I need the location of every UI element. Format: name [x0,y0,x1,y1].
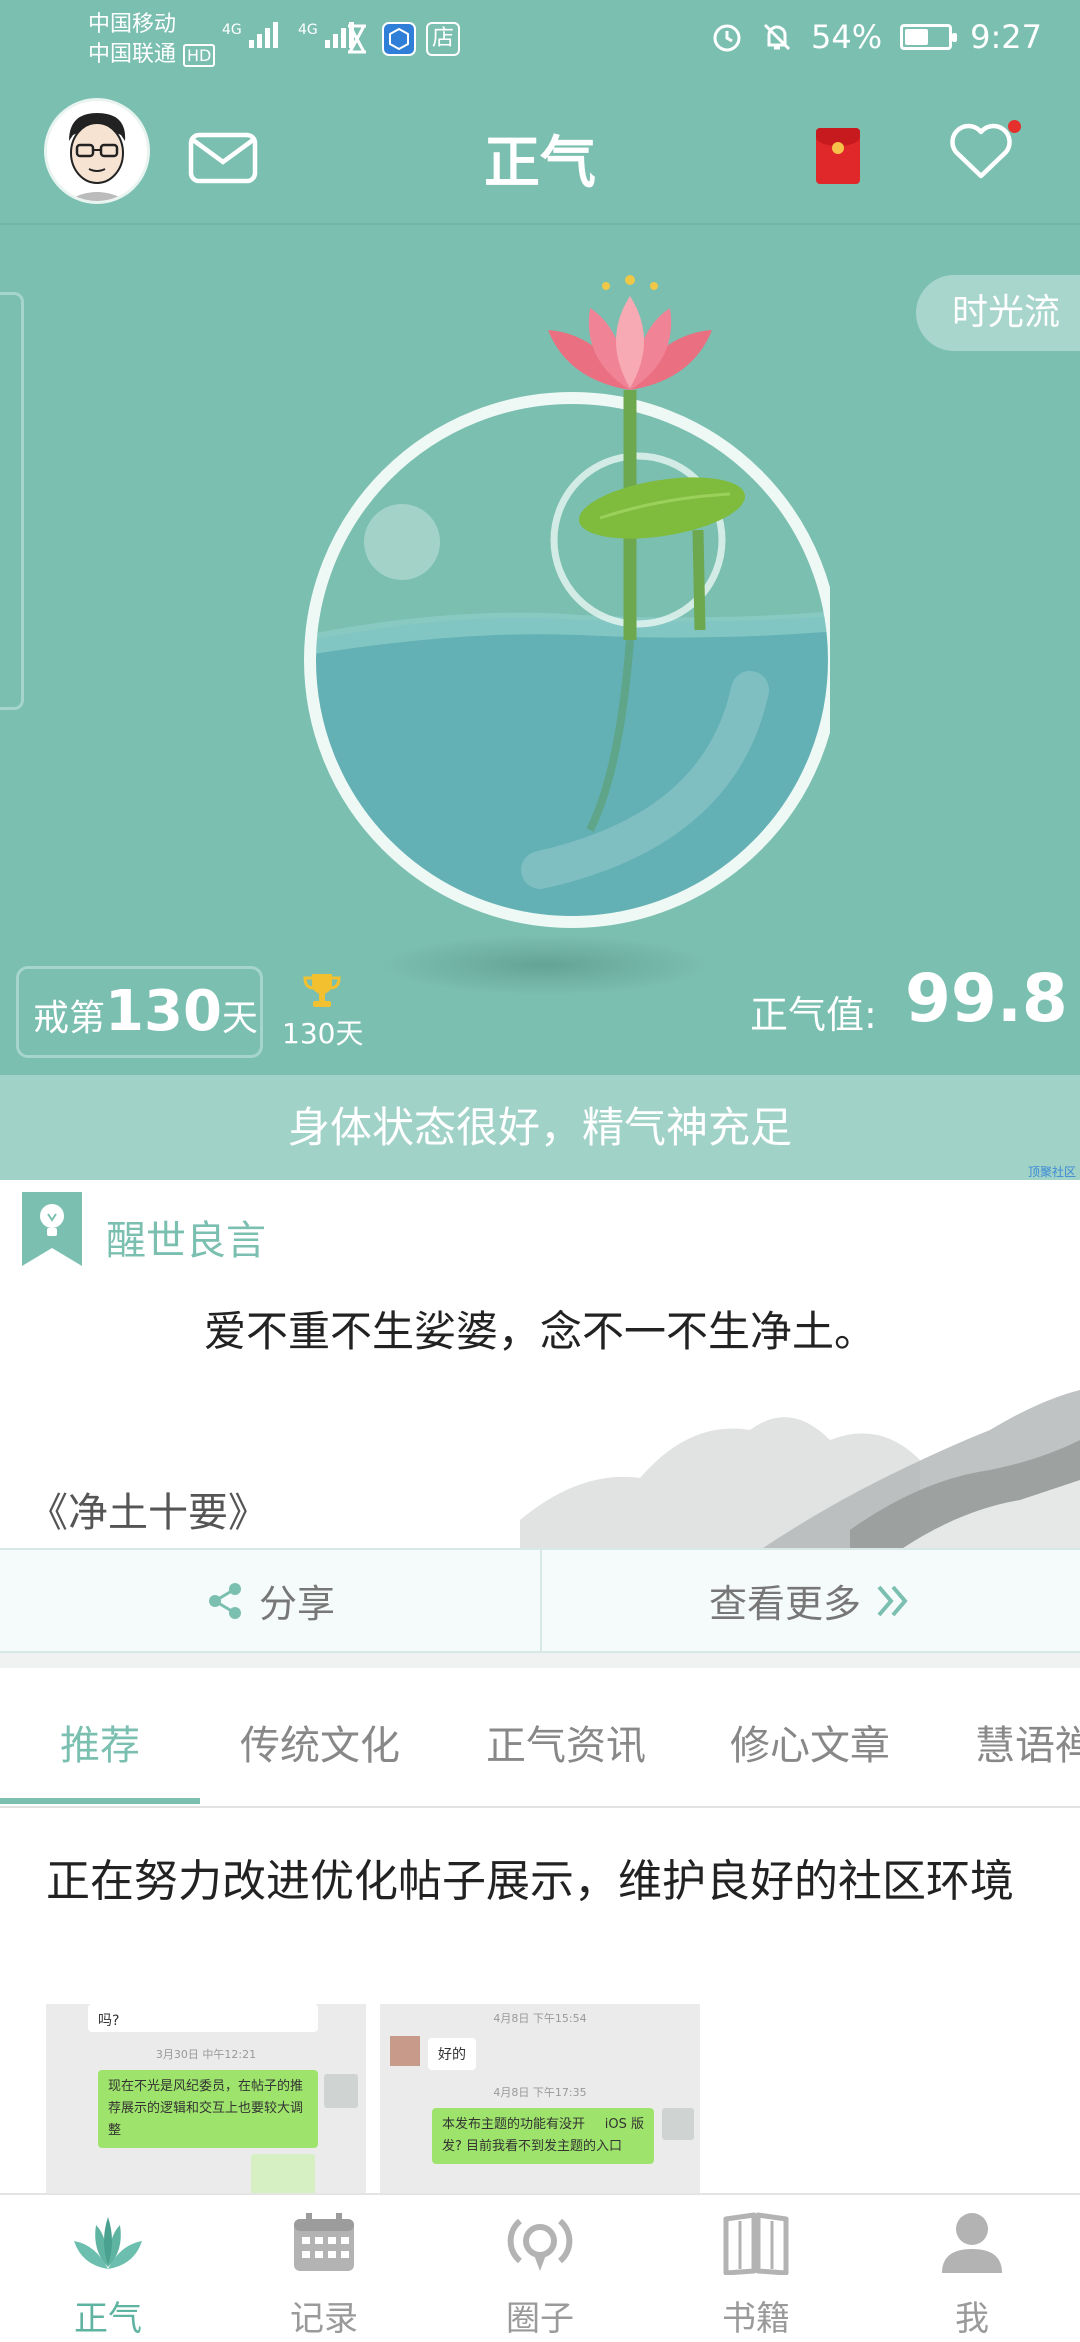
status-bar: 中国移动 中国联通 HD 4G 4G 店 54% 9:27 [0,0,1080,80]
red-packet-icon[interactable] [816,128,860,184]
header-divider [0,223,1080,225]
post-image-1[interactable]: 吗? 3月30日 中午12:21 现在不光是风纪委员，在帖子的推荐展示的逻辑和交… [46,2004,366,2209]
heart-icon[interactable] [948,122,1014,182]
lotus-bowl-illustration [304,275,830,928]
bottom-nav: 正气 记录 圈子 书籍 我 [0,2193,1080,2340]
page-title: 正气 [484,131,596,196]
bowl-shadow [380,935,710,995]
status-right: 54% 9:27 [711,18,1042,56]
nav-circle[interactable]: 圈子 [432,2195,648,2342]
body-state-bar: 身体状态很好，精气神充足 [0,1075,1080,1180]
zhengqi-value: 99.8 [905,960,1068,1037]
share-label: 分享 [258,1582,335,1626]
battery-icon [900,24,958,50]
double-chevron-right-icon [877,1585,908,1616]
side-drawer-handle[interactable] [0,292,24,710]
post-title[interactable]: 正在努力改进优化帖子展示，维护良好的社区环境 [46,1852,1036,1912]
nav-me-label: 我 [955,2299,989,2339]
carrier-1: 中国移动 [88,12,177,37]
view-more-button[interactable]: 查看更多 [540,1550,1080,1651]
alarm-icon [713,24,741,52]
nav-me[interactable]: 我 [864,2195,1080,2342]
category-tabs: 推荐 传统文化 正气资讯 修心文章 慧语禅 [0,1668,1080,1808]
hourglass-icon [348,24,366,54]
chat-avatar-2 [662,2108,694,2140]
broadcast-icon [507,2218,573,2271]
quote-actions: 分享 查看更多 [0,1548,1080,1653]
chat-time-2: 4月8日 下午15:54 [493,2012,587,2025]
days-suffix: 天 [221,998,258,1039]
nav-zhengqi[interactable]: 正气 [0,2195,216,2342]
battery-percent: 54% [811,18,883,56]
view-more-label: 查看更多 [708,1582,861,1626]
share-icon [208,1582,241,1619]
notification-dot [1008,120,1021,133]
lotus-icon [74,2217,142,2269]
network-label-2: 4G [298,22,318,38]
trophy-days: 130天 [282,1017,364,1050]
app-header: 正气 [0,80,1080,225]
trophy-icon[interactable] [302,970,342,1010]
timeflow-button[interactable]: 时光流 [916,275,1080,351]
quote-card: 醒世良言 爱不重不生娑婆，念不一不生净土。 《净土十要》 [0,1190,1080,1550]
nav-zhengqi-label: 正气 [74,2299,142,2339]
quote-heading: 醒世良言 [106,1218,266,1264]
nav-records-label: 记录 [290,2299,358,2339]
tab-wisdom[interactable]: 慧语禅 [975,1713,1080,1771]
lightbulb-bookmark-icon [22,1192,82,1266]
chat-avatar [324,2074,358,2108]
days-number: 130 [105,979,222,1044]
chat-time-3: 4月8日 下午17:35 [493,2086,587,2099]
user-icon [942,2213,1002,2273]
days-prefix: 戒第 [33,998,106,1039]
carrier-2: 中国联通 [88,42,177,67]
tab-traditional-culture[interactable]: 传统文化 [240,1713,400,1771]
quote-text: 爱不重不生娑婆，念不一不生净土。 [203,1307,876,1356]
nav-books[interactable]: 书籍 [648,2195,864,2342]
abstain-days-box: 戒第130天 [16,966,263,1058]
tab-recommend[interactable]: 推荐 [60,1713,140,1771]
network-label-1: 4G [222,22,242,38]
nav-books-label: 书籍 [722,2299,790,2339]
signal-icon-1: 4G [222,22,285,54]
chat-top-msg: 吗? [88,2004,318,2032]
clock: 9:27 [970,18,1042,56]
watermark-text: 顶聚社区 [1027,1165,1076,1179]
chat-bubble-2-text: 本发布主题的功能有没开发? 目前我看不到发主题的入口 [442,2117,623,2154]
calendar-icon [294,2213,354,2271]
nav-records[interactable]: 记录 [216,2195,432,2342]
chat-reply: 好的 [428,2038,476,2070]
hd-badge: HD [183,44,216,67]
chat-bubble-2: iOS 版 本发布主题的功能有没开发? 目前我看不到发主题的入口 [432,2108,654,2164]
battery-fill [905,29,928,45]
tab-articles[interactable]: 修心文章 [730,1713,890,1771]
share-button[interactable]: 分享 [0,1550,540,1651]
zhengqi-label: 正气值: [750,993,877,1037]
nav-circle-label: 圈子 [506,2299,574,2339]
ink-mountain-decoration [520,1390,1080,1550]
tab-active-indicator [0,1798,200,1804]
quote-source: 《净土十要》 [28,1490,268,1536]
store-app-icon: 店 [426,22,460,56]
book-icon [723,2212,789,2275]
mute-bell-icon [763,23,791,51]
carrier-info: 中国移动 中国联通 HD [88,10,216,71]
chat-avatar-blur [390,2036,420,2066]
box-app-icon [382,22,416,56]
chat-bubble-tag: iOS 版 [604,2117,644,2132]
tab-news[interactable]: 正气资讯 [486,1713,646,1771]
post-image-2[interactable]: 4月8日 下午15:54 好的 4月8日 下午17:35 iOS 版 本发布主题… [380,2004,700,2209]
store-glyph: 店 [431,26,454,51]
chat-time-1: 3月30日 中午12:21 [155,2048,257,2061]
chat-bubble-1: 现在不光是风纪委员，在帖子的推荐展示的逻辑和交互上也要较大调整 [98,2070,318,2148]
top-panel: 中国移动 中国联通 HD 4G 4G 店 54% 9:27 正气 时光流 戒第1… [0,0,1080,1180]
section-gap [0,1653,1080,1668]
